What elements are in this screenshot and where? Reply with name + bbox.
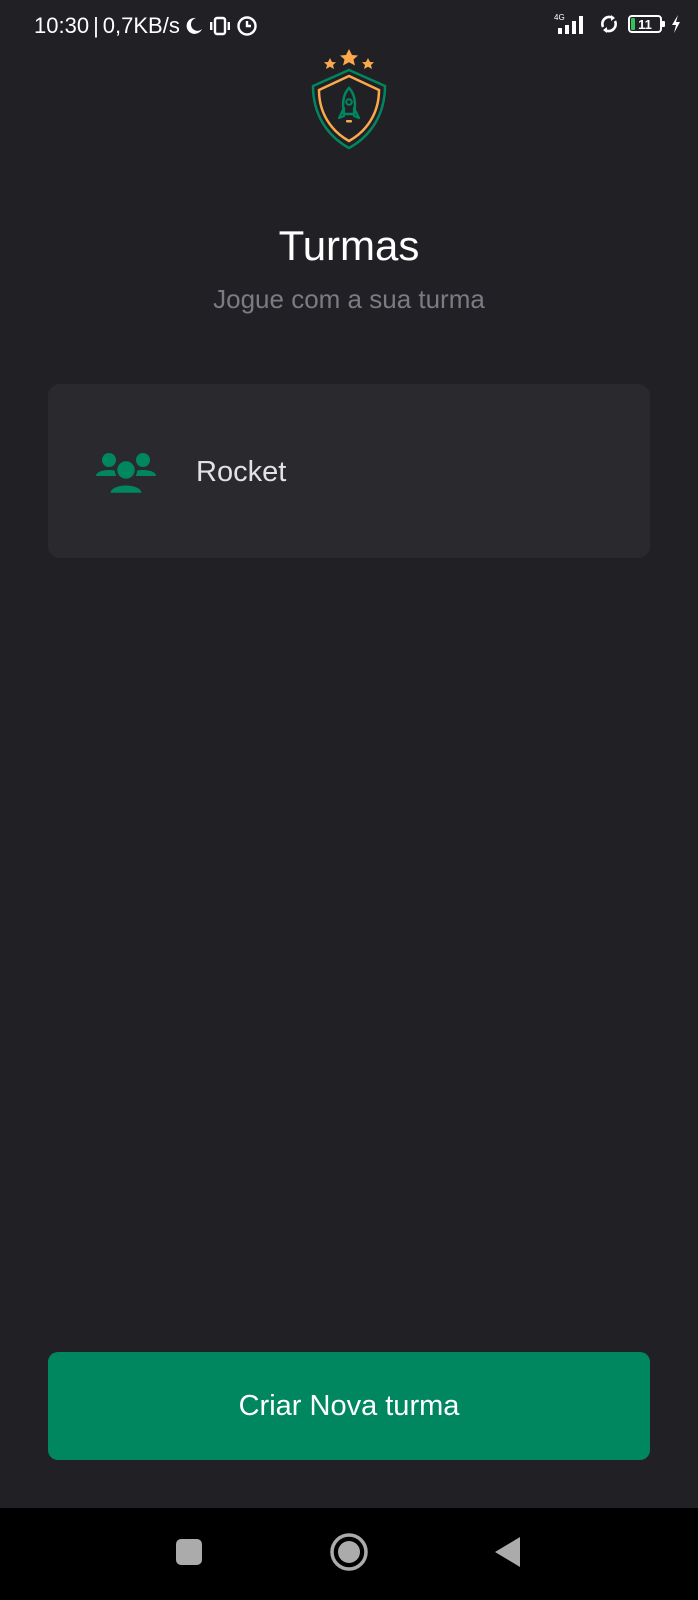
navigation-bar <box>0 1508 698 1600</box>
users-group-icon <box>96 450 156 496</box>
battery-tip <box>662 21 665 27</box>
battery-level: 11 <box>638 16 652 32</box>
star-icon <box>340 49 358 66</box>
recent-apps-icon[interactable] <box>165 1528 213 1576</box>
team-card[interactable]: Rocket <box>48 384 650 558</box>
status-right: 4G 11 <box>554 12 682 36</box>
moon-icon <box>184 16 204 36</box>
signal-icon: 4G <box>554 12 590 36</box>
page-subtitle: Jogue com a sua turma <box>213 284 485 314</box>
create-team-button[interactable]: Criar Nova turma <box>48 1352 650 1460</box>
rocket-shield-logo <box>306 48 392 152</box>
page-title: Turmas <box>278 222 420 269</box>
battery-icon: 11 <box>628 15 665 33</box>
star-icon <box>324 58 336 69</box>
status-net-speed: 0,7KB/s <box>102 13 180 38</box>
charging-icon <box>670 14 682 34</box>
sync-icon <box>598 13 620 35</box>
star-icon <box>362 58 374 69</box>
status-bar: 10:30 | 0,7KB/s 4G 11 <box>0 0 698 52</box>
home-icon[interactable] <box>325 1528 373 1576</box>
status-separator: | <box>93 13 99 38</box>
status-time: 10:30 <box>34 13 90 38</box>
battery-fill <box>631 18 635 30</box>
status-left: 10:30 | 0,7KB/s <box>34 13 258 39</box>
network-type-label: 4G <box>554 13 565 22</box>
team-name: Rocket <box>196 456 287 488</box>
alarm-icon <box>236 15 258 37</box>
back-icon[interactable] <box>484 1528 532 1576</box>
vibrate-icon <box>208 16 232 36</box>
